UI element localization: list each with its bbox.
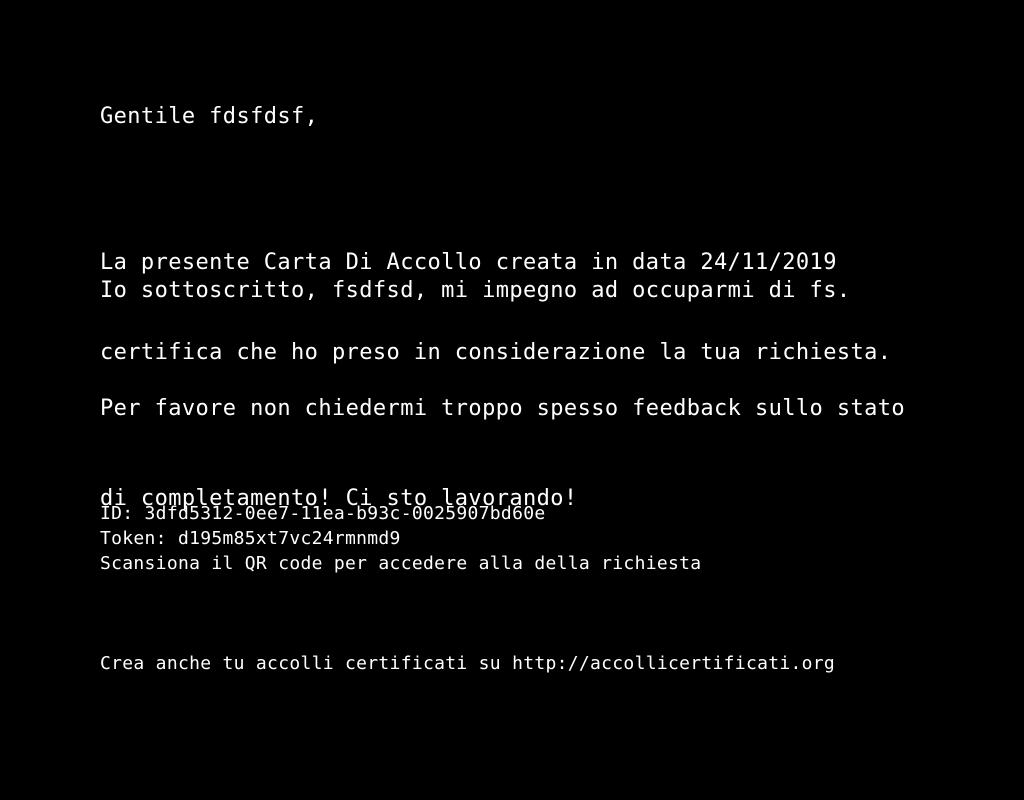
qr-scan-instruction: Scansiona il QR code per accedere alla d… bbox=[100, 553, 702, 574]
paragraph-commitment: Io sottoscritto, fsdfsd, mi impegno ad o… bbox=[100, 278, 851, 303]
paragraph-line: La presente Carta Di Accollo creata in d… bbox=[100, 250, 837, 275]
footer-promo: Crea anche tu accolli certificati su htt… bbox=[100, 653, 836, 674]
greeting: Gentile fdsfdsf, bbox=[100, 104, 319, 129]
request-token: Token: d195m85xt7vc24rmnmd9 bbox=[100, 528, 401, 549]
paragraph-line: Per favore non chiedermi troppo spesso f… bbox=[100, 396, 906, 421]
request-id: ID: 3dfd5312-0ee7-11ea-b93c-0025907bd60e bbox=[100, 503, 546, 524]
certificate-page: Gentile fdsfdsf, La presente Carta Di Ac… bbox=[0, 0, 1024, 800]
